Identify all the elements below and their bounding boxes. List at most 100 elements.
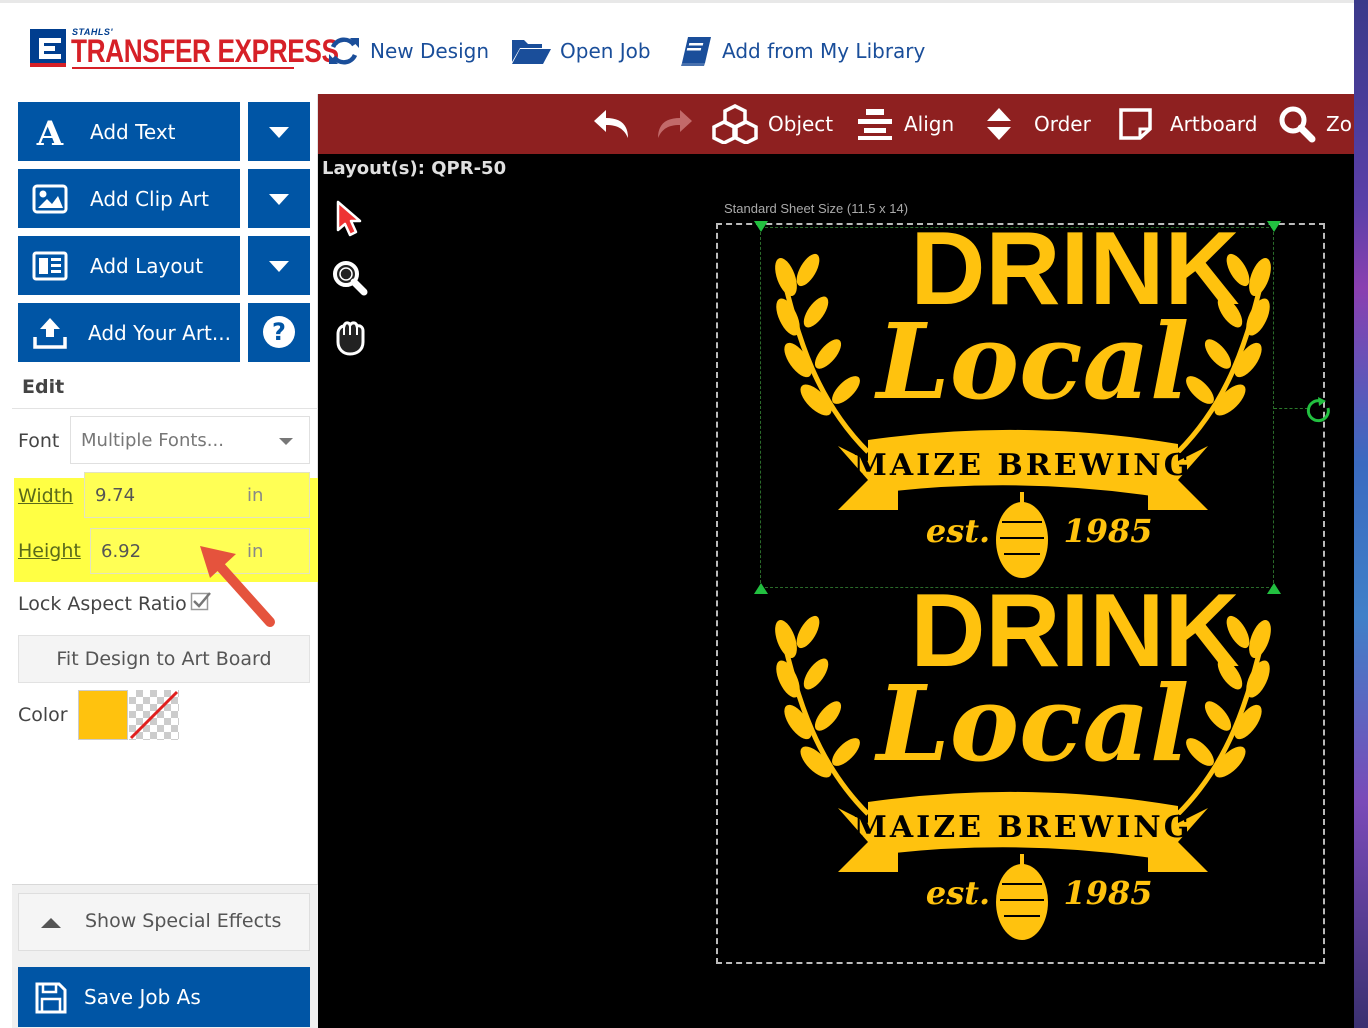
add-text-label: Add Text	[90, 119, 176, 144]
image-icon	[32, 184, 68, 214]
wheat-left-icon	[775, 615, 870, 816]
color-swatch[interactable]	[78, 690, 128, 740]
panel-footer: Show Special Effects Save Job As	[12, 884, 318, 1028]
refresh-icon	[329, 37, 359, 65]
save-job-as-button[interactable]: Save Job As	[18, 967, 310, 1027]
rotate-handle-icon[interactable]	[1304, 396, 1334, 426]
artboard-icon	[1119, 108, 1152, 140]
layout-label: Layout(s): QPR-50	[322, 158, 507, 179]
no-color-slash-icon	[129, 690, 179, 740]
fit-to-artboard-button[interactable]: Fit Design to Art Board	[18, 635, 310, 683]
save-job-as-label: Save Job As	[84, 985, 201, 1009]
width-value: 9.74	[95, 485, 136, 506]
folder-open-icon	[512, 40, 551, 64]
add-clip-art-dropdown[interactable]	[248, 169, 310, 228]
object-label: Object	[768, 112, 834, 136]
resize-handle[interactable]	[1267, 221, 1281, 232]
text-icon: A	[36, 114, 64, 150]
design-workspace[interactable]: Object Align Order Artboard Zo Layout(s)…	[318, 94, 1354, 1028]
chevron-up-icon	[41, 918, 61, 928]
zoom-menu[interactable]: Zo	[1278, 94, 1352, 154]
show-special-effects-button[interactable]: Show Special Effects	[18, 893, 310, 951]
design-banner-text: MAIZE BREWING	[854, 810, 1193, 845]
add-clip-art-label: Add Clip Art	[90, 186, 209, 211]
hop-cone-icon	[996, 854, 1048, 940]
add-layout-label: Add Layout	[90, 253, 204, 278]
logo-brand-name: TRANSFER EXPRESS	[71, 33, 339, 69]
open-job-label: Open Job	[560, 39, 651, 63]
book-icon	[681, 37, 711, 66]
order-icon	[987, 108, 1011, 140]
zoom-label: Zo	[1326, 112, 1352, 136]
upload-icon	[33, 318, 67, 349]
height-label[interactable]: Height	[18, 540, 81, 562]
order-menu[interactable]: Order	[986, 94, 1091, 154]
new-design-label: New Design	[370, 39, 490, 63]
resize-handle[interactable]	[1267, 583, 1281, 594]
width-input[interactable]: 9.74 in	[84, 472, 310, 518]
canvas-toolbar: Object Align Order Artboard Zo	[318, 94, 1354, 154]
width-label[interactable]: Width	[18, 485, 73, 507]
add-your-art-label: Add Your Art...	[88, 320, 231, 345]
help-button[interactable]: ?	[248, 303, 310, 362]
add-text-dropdown[interactable]	[248, 102, 310, 161]
lock-aspect-label: Lock Aspect Ratio	[18, 593, 187, 615]
new-design-button[interactable]: New Design	[326, 33, 489, 69]
logo-underline	[72, 67, 294, 69]
add-layout-button[interactable]: Add Layout	[18, 236, 240, 295]
svg-text:A: A	[36, 114, 64, 150]
open-job-button[interactable]: Open Job	[510, 33, 651, 69]
save-icon	[35, 982, 67, 1014]
chevron-down-icon	[269, 127, 289, 138]
chevron-down-icon	[279, 438, 293, 445]
add-layout-dropdown[interactable]	[248, 236, 310, 295]
artboard-menu[interactable]: Artboard	[1118, 94, 1258, 154]
transfer-express-logo[interactable]: STAHLS' TRANSFER EXPRESS	[30, 27, 339, 75]
logo-mark-icon	[30, 29, 66, 67]
desktop-edge	[1354, 0, 1368, 1028]
resize-handle[interactable]	[754, 221, 768, 232]
font-select[interactable]: Multiple Fonts...	[70, 416, 310, 464]
design-est-text: est.	[926, 874, 990, 912]
rotate-connector	[1274, 408, 1308, 409]
order-label: Order	[1034, 112, 1091, 136]
design-year-text: 1985	[1063, 874, 1152, 912]
align-menu[interactable]: Align	[856, 94, 954, 154]
zoom-icon	[1279, 106, 1316, 143]
resize-handle[interactable]	[754, 583, 768, 594]
show-special-effects-label: Show Special Effects	[85, 910, 282, 932]
redo-icon[interactable]	[654, 106, 694, 142]
annotation-arrow-icon	[200, 546, 275, 627]
app-header: STAHLS' TRANSFER EXPRESS New Design Open…	[0, 0, 1368, 94]
chevron-down-icon	[269, 194, 289, 205]
add-from-library-button[interactable]: Add from My Library	[678, 33, 925, 69]
edit-divider	[12, 408, 318, 409]
chevron-down-icon	[269, 261, 289, 272]
sheet-size-label: Standard Sheet Size (11.5 x 14)	[724, 201, 909, 216]
add-text-button[interactable]: A Add Text	[18, 102, 240, 161]
add-your-art-button[interactable]: Add Your Art...	[18, 303, 240, 362]
help-icon: ?	[263, 316, 295, 348]
color-label: Color	[18, 704, 68, 726]
align-icon	[858, 109, 892, 140]
select-pointer-icon[interactable]	[330, 198, 370, 238]
font-label: Font	[18, 430, 60, 452]
selection-box[interactable]	[760, 227, 1274, 588]
font-select-value: Multiple Fonts...	[81, 430, 224, 451]
design-local-text: Local	[874, 662, 1190, 785]
layout-icon	[32, 251, 68, 281]
no-color-swatch[interactable]	[129, 690, 179, 740]
zoom-tool-icon[interactable]	[330, 258, 370, 298]
object-menu[interactable]: Object	[712, 94, 833, 154]
artboard-label: Artboard	[1170, 112, 1258, 136]
add-from-library-label: Add from My Library	[722, 39, 926, 63]
align-label: Align	[904, 112, 955, 136]
add-clip-art-button[interactable]: Add Clip Art	[18, 169, 240, 228]
height-value: 6.92	[101, 541, 142, 562]
edit-section-title: Edit	[22, 376, 65, 398]
design-drink-local-bottom[interactable]: DRINK Local MAIZE BREWING est. 1985	[758, 584, 1288, 944]
width-unit: in	[247, 485, 264, 506]
undo-icon[interactable]	[592, 106, 632, 142]
cubes-icon	[712, 104, 758, 144]
pan-hand-icon[interactable]	[330, 318, 370, 358]
